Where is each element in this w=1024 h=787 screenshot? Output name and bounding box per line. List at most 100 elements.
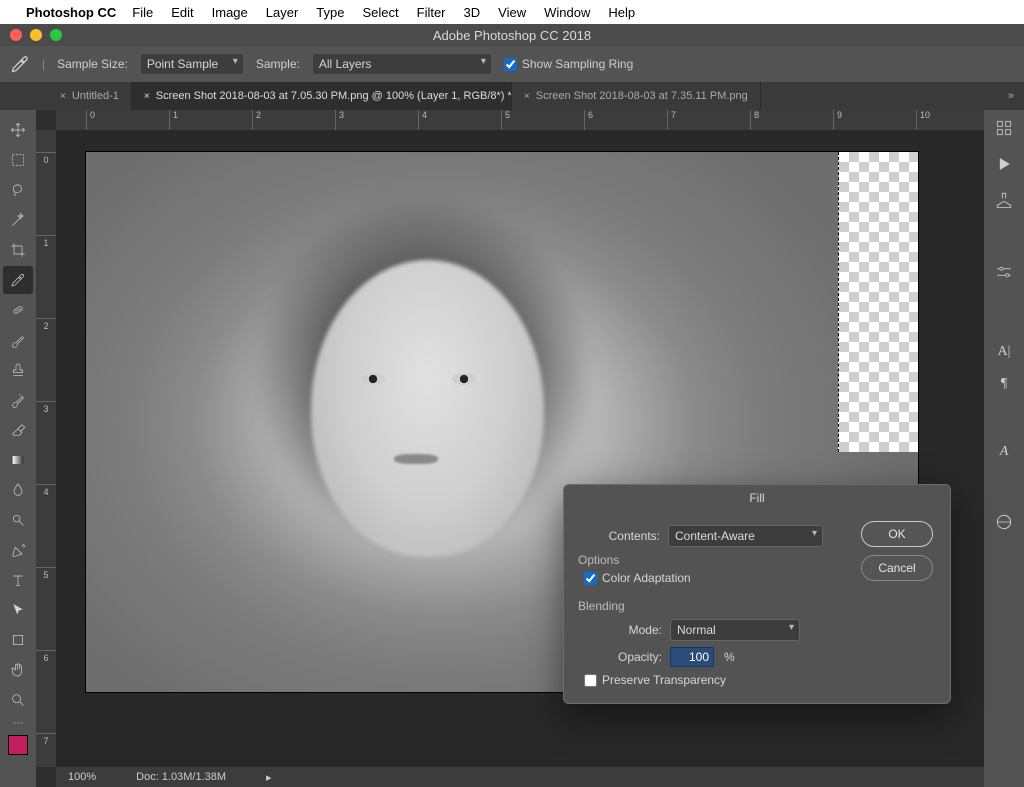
tool-dodge[interactable] xyxy=(3,506,33,534)
tool-blur[interactable] xyxy=(3,476,33,504)
document-tab[interactable]: × Screen Shot 2018-08-03 at 7.35.11 PM.p… xyxy=(512,82,761,110)
ruler-tick: 10 xyxy=(916,110,930,130)
sliders-icon[interactable] xyxy=(994,262,1014,282)
contents-select[interactable]: Content-Aware xyxy=(668,525,823,547)
tool-history-brush[interactable] xyxy=(3,386,33,414)
document-tab-label: Untitled-1 xyxy=(72,90,119,102)
menu-image[interactable]: Image xyxy=(212,5,248,20)
ruler-tick: 6 xyxy=(36,650,56,663)
menu-layer[interactable]: Layer xyxy=(266,5,299,20)
panel-styles-icon[interactable] xyxy=(994,190,1014,210)
document-tabs: × Untitled-1 × Screen Shot 2018-08-03 at… xyxy=(0,82,1024,110)
tool-crop[interactable] xyxy=(3,236,33,264)
ok-button[interactable]: OK xyxy=(861,521,933,547)
tool-marquee[interactable] xyxy=(3,146,33,174)
tool-eyedropper[interactable] xyxy=(3,266,33,294)
ruler-tick: 8 xyxy=(750,110,759,130)
menu-file[interactable]: File xyxy=(132,5,153,20)
close-tab-icon[interactable]: × xyxy=(144,91,150,102)
tool-zoom[interactable] xyxy=(3,686,33,714)
options-section-label: Options xyxy=(578,553,856,567)
tool-shape[interactable] xyxy=(3,626,33,654)
blending-section-label: Blending xyxy=(578,599,856,613)
status-more-icon[interactable]: ▸ xyxy=(266,771,272,784)
sample-label: Sample: xyxy=(256,57,300,71)
preserve-transparency-label: Preserve Transparency xyxy=(602,673,726,687)
vertical-ruler: 0 1 2 3 4 5 6 7 xyxy=(36,130,56,767)
menu-filter[interactable]: Filter xyxy=(417,5,446,20)
menu-edit[interactable]: Edit xyxy=(171,5,193,20)
window-titlebar: Adobe Photoshop CC 2018 xyxy=(0,24,1024,46)
menu-select[interactable]: Select xyxy=(362,5,398,20)
tool-gradient[interactable] xyxy=(3,446,33,474)
tool-brush[interactable] xyxy=(3,326,33,354)
minimize-button[interactable] xyxy=(30,29,42,41)
sample-select[interactable]: All Layers xyxy=(312,53,492,75)
character-panel-icon[interactable]: A| xyxy=(998,344,1011,360)
panel-adjustments-icon[interactable] xyxy=(994,118,1014,138)
play-icon[interactable] xyxy=(994,154,1014,174)
libraries-icon[interactable] xyxy=(994,512,1014,532)
tool-magic-wand[interactable] xyxy=(3,206,33,234)
mode-label: Mode: xyxy=(584,623,670,637)
color-swatch[interactable] xyxy=(8,735,28,755)
tool-type[interactable] xyxy=(3,566,33,594)
preserve-transparency-checkbox[interactable]: Preserve Transparency xyxy=(584,673,856,687)
document-tab[interactable]: × Untitled-1 xyxy=(48,82,132,110)
tool-eraser[interactable] xyxy=(3,416,33,444)
menu-3d[interactable]: 3D xyxy=(464,5,481,20)
opacity-input[interactable] xyxy=(670,647,714,667)
ruler-tick: 3 xyxy=(335,110,344,130)
tool-path-select[interactable] xyxy=(3,596,33,624)
show-sampling-ring-input[interactable] xyxy=(504,58,517,71)
document-tab[interactable]: × Screen Shot 2018-08-03 at 7.05.30 PM.p… xyxy=(132,82,512,110)
glyphs-panel-icon[interactable]: A xyxy=(1000,444,1009,460)
color-adaptation-label: Color Adaptation xyxy=(602,571,691,585)
tool-pen[interactable] xyxy=(3,536,33,564)
color-adaptation-checkbox[interactable]: Color Adaptation xyxy=(584,571,856,585)
opacity-label: Opacity: xyxy=(584,650,670,664)
ruler-tick: 7 xyxy=(36,733,56,746)
ruler-tick: 2 xyxy=(36,318,56,331)
menu-window[interactable]: Window xyxy=(544,5,590,20)
tabs-overflow-icon[interactable]: » xyxy=(998,82,1024,110)
tool-more-icon[interactable]: ⋯ xyxy=(13,718,23,729)
menu-type[interactable]: Type xyxy=(316,5,344,20)
dialog-title[interactable]: Fill xyxy=(564,485,950,511)
menu-help[interactable]: Help xyxy=(608,5,635,20)
ruler-tick: 1 xyxy=(169,110,178,130)
ruler-tick: 7 xyxy=(667,110,676,130)
ruler-tick: 4 xyxy=(36,484,56,497)
window-title: Adobe Photoshop CC 2018 xyxy=(90,28,934,43)
mode-select[interactable]: Normal xyxy=(670,619,800,641)
color-adaptation-input[interactable] xyxy=(584,572,597,585)
close-tab-icon[interactable]: × xyxy=(60,91,66,102)
status-bar: 100% Doc: 1.03M/1.38M ▸ xyxy=(56,767,984,787)
ruler-tick: 4 xyxy=(418,110,427,130)
close-button[interactable] xyxy=(10,29,22,41)
tool-stamp[interactable] xyxy=(3,356,33,384)
close-tab-icon[interactable]: × xyxy=(524,91,530,102)
transparent-selection xyxy=(838,152,918,452)
menu-view[interactable]: View xyxy=(498,5,526,20)
doc-size-indicator[interactable]: Doc: 1.03M/1.38M xyxy=(136,771,226,783)
mac-menubar: Photoshop CC File Edit Image Layer Type … xyxy=(0,0,1024,24)
sample-size-label: Sample Size: xyxy=(57,57,128,71)
photo-layer xyxy=(394,454,438,464)
tool-lasso[interactable] xyxy=(3,176,33,204)
sample-size-select[interactable]: Point Sample xyxy=(140,53,244,75)
right-panel-strip: A| ¶ A xyxy=(984,110,1024,787)
paragraph-panel-icon[interactable]: ¶ xyxy=(1001,376,1007,392)
tool-move[interactable] xyxy=(3,116,33,144)
tool-hand[interactable] xyxy=(3,656,33,684)
fill-dialog: Fill Contents: Content-Aware Options Col… xyxy=(563,484,951,704)
toolbox: ⋯ xyxy=(0,110,36,787)
tool-heal[interactable] xyxy=(3,296,33,324)
app-menu[interactable]: Photoshop CC xyxy=(26,5,116,20)
show-sampling-ring-checkbox[interactable]: Show Sampling Ring xyxy=(504,57,633,71)
preserve-transparency-input[interactable] xyxy=(584,674,597,687)
maximize-button[interactable] xyxy=(50,29,62,41)
cancel-button[interactable]: Cancel xyxy=(861,555,933,581)
zoom-indicator[interactable]: 100% xyxy=(68,771,96,783)
ruler-tick: 2 xyxy=(252,110,261,130)
